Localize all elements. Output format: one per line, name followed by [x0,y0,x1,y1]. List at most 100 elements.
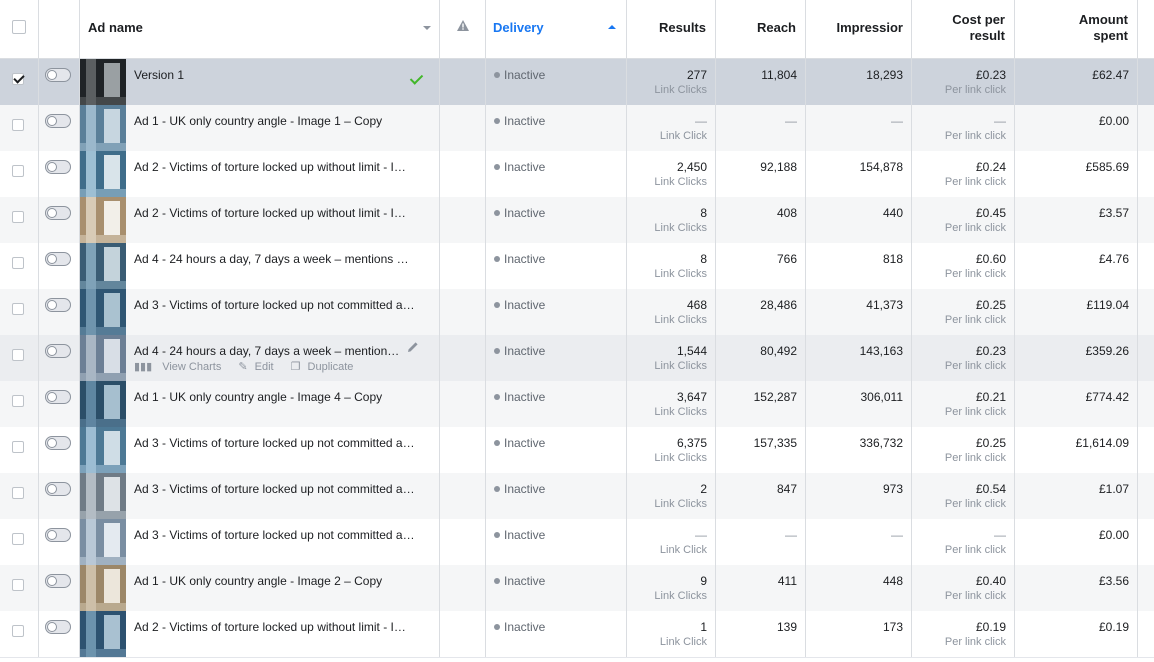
duplicate-link[interactable]: ❐ Duplicate [291,361,361,373]
table-row[interactable]: Ad 3 - Victims of torture locked up not … [0,427,1154,474]
column-ad-name[interactable]: Ad name [80,0,440,58]
row-checkbox[interactable] [12,395,24,407]
ad-thumbnail[interactable] [80,105,126,151]
delivery-header: Delivery [493,20,544,35]
row-checkbox[interactable] [12,441,24,453]
ad-name-link[interactable]: Ad 1 - UK only country angle - Image 2 –… [134,574,417,588]
ad-name-cell[interactable]: Ad 3 - Victims of torture locked up not … [80,289,440,335]
row-checkbox[interactable] [12,533,24,545]
ad-name-link[interactable]: Ad 1 - UK only country angle - Image 1 –… [134,114,417,128]
edit-name-pencil-icon[interactable] [407,341,419,353]
impressions-cell: 336,732 [806,427,912,473]
row-checkbox[interactable] [12,579,24,591]
ad-name-link[interactable]: Ad 2 - Victims of torture locked up with… [134,160,417,174]
row-checkbox[interactable] [12,165,24,177]
table-row[interactable]: Ad 1 - UK only country angle - Image 1 –… [0,105,1154,152]
amount-value: £4.76 [1098,252,1129,266]
ad-on-off-toggle[interactable] [45,344,71,358]
ad-name-link[interactable]: Ad 2 - Victims of torture locked up with… [134,206,417,220]
ad-name-cell[interactable]: Version 1 [80,59,440,105]
ad-on-off-toggle[interactable] [45,528,71,542]
edit-link[interactable]: ✎ Edit [238,361,280,373]
column-reach[interactable]: Reach [716,0,806,58]
ad-name-cell[interactable]: Ad 2 - Victims of torture locked up with… [80,151,440,197]
select-all-checkbox[interactable] [12,20,26,34]
ad-name-link[interactable]: Ad 2 - Victims of torture locked up with… [134,620,417,634]
ad-thumbnail[interactable] [80,289,126,335]
ad-thumbnail[interactable] [80,59,126,105]
row-checkbox[interactable] [12,211,24,223]
ad-on-off-toggle[interactable] [45,482,71,496]
table-row[interactable]: Ad 4 - 24 hours a day, 7 days a week – m… [0,335,1154,382]
ad-thumbnail[interactable] [80,427,126,473]
ad-on-off-toggle[interactable] [45,620,71,634]
ad-name-link[interactable]: Ad 3 - Victims of torture locked up not … [134,436,417,450]
row-checkbox[interactable] [12,625,24,637]
ad-name-cell[interactable]: Ad 4 - 24 hours a day, 7 days a week – m… [80,335,440,381]
row-checkbox[interactable] [12,487,24,499]
column-warnings[interactable] [440,0,486,58]
table-row[interactable]: Ad 2 - Victims of torture locked up with… [0,197,1154,244]
ad-thumbnail[interactable] [80,611,126,657]
ad-thumbnail[interactable] [80,565,126,611]
ad-name-cell[interactable]: Ad 4 - 24 hours a day, 7 days a week – m… [80,243,440,289]
ad-name-link[interactable]: Ad 1 - UK only country angle - Image 4 –… [134,390,417,404]
ad-name-cell[interactable]: Ad 3 - Victims of torture locked up not … [80,427,440,473]
ad-thumbnail[interactable] [80,243,126,289]
table-row[interactable]: Ad 1 - UK only country angle - Image 2 –… [0,565,1154,612]
ad-name-cell[interactable]: Ad 1 - UK only country angle - Image 1 –… [80,105,440,151]
ad-name-link[interactable]: Ad 4 - 24 hours a day, 7 days a week – m… [134,252,417,266]
ad-on-off-toggle[interactable] [45,160,71,174]
table-row[interactable]: Ad 3 - Victims of torture locked up not … [0,289,1154,336]
sort-arrow-icon[interactable] [423,26,431,30]
delivery-status: Inactive [504,436,546,450]
view-charts-link[interactable]: ▮▮▮ View Charts [134,361,228,373]
ad-name-link[interactable]: Ad 3 - Victims of torture locked up not … [134,528,417,542]
row-checkbox[interactable] [12,73,24,85]
table-row[interactable]: Ad 4 - 24 hours a day, 7 days a week – m… [0,243,1154,290]
row-checkbox[interactable] [12,303,24,315]
ad-on-off-toggle[interactable] [45,390,71,404]
table-row[interactable]: Ad 2 - Victims of torture locked up with… [0,151,1154,198]
ad-thumbnail[interactable] [80,197,126,243]
table-row[interactable]: Version 1 Inactive 277 Link Clicks 11,80… [0,59,1154,106]
ad-on-off-toggle[interactable] [45,574,71,588]
ad-on-off-toggle[interactable] [45,68,71,82]
ad-thumbnail[interactable] [80,335,126,381]
ad-on-off-toggle[interactable] [45,206,71,220]
row-checkbox[interactable] [12,119,24,131]
ad-name-cell[interactable]: Ad 1 - UK only country angle - Image 4 –… [80,381,440,427]
warnings-cell [440,519,486,565]
table-row[interactable]: Ad 3 - Victims of torture locked up not … [0,473,1154,520]
row-checkbox[interactable] [12,349,24,361]
ad-name-link[interactable]: Version 1 [134,68,417,82]
ad-on-off-toggle[interactable] [45,436,71,450]
table-row[interactable]: Ad 2 - Victims of torture locked up with… [0,611,1154,658]
ad-on-off-toggle[interactable] [45,252,71,266]
ad-name-link[interactable]: Ad 3 - Victims of torture locked up not … [134,298,417,312]
ad-on-off-toggle[interactable] [45,114,71,128]
ad-name-cell[interactable]: Ad 3 - Victims of torture locked up not … [80,519,440,565]
row-checkbox[interactable] [12,257,24,269]
ad-thumbnail[interactable] [80,519,126,565]
sort-ascending-icon[interactable] [608,25,616,29]
ad-on-off-toggle[interactable] [45,298,71,312]
ad-name-cell[interactable]: Ad 2 - Victims of torture locked up with… [80,197,440,243]
ad-name-cell[interactable]: Ad 2 - Victims of torture locked up with… [80,611,440,657]
ad-name-link[interactable]: Ad 3 - Victims of torture locked up not … [134,482,417,496]
amount-value: £0.00 [1098,114,1129,128]
table-row[interactable]: Ad 3 - Victims of torture locked up not … [0,519,1154,566]
column-delivery[interactable]: Delivery [486,0,627,58]
table-row[interactable]: Ad 1 - UK only country angle - Image 4 –… [0,381,1154,428]
ad-name-cell[interactable]: Ad 3 - Victims of torture locked up not … [80,473,440,519]
ad-thumbnail[interactable] [80,151,126,197]
column-amount-spent[interactable]: Amount spent [1015,0,1138,58]
ad-name-link[interactable]: Ad 4 - 24 hours a day, 7 days a week – m… [134,344,417,358]
column-cost-per-result[interactable]: Cost per result [912,0,1015,58]
ad-thumbnail[interactable] [80,381,126,427]
column-impressions[interactable]: Impressior [806,0,912,58]
reach-value: — [785,114,797,128]
ad-name-cell[interactable]: Ad 1 - UK only country angle - Image 2 –… [80,565,440,611]
ad-thumbnail[interactable] [80,473,126,519]
column-results[interactable]: Results [627,0,716,58]
